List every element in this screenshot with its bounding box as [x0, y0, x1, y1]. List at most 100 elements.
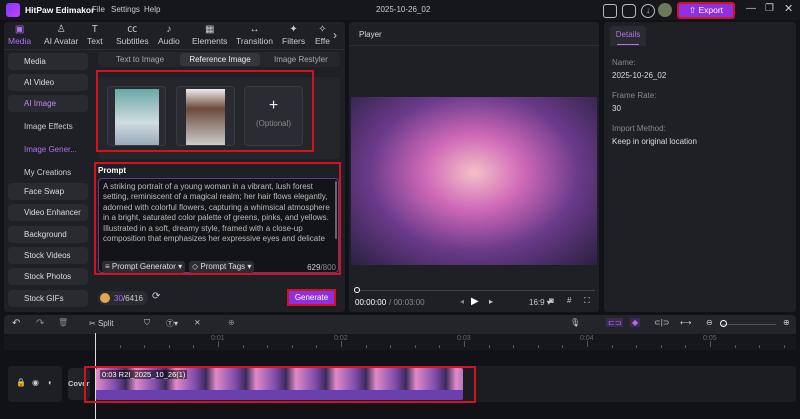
tab-filters[interactable]: ✦ Filters: [282, 24, 305, 48]
layout-icon[interactable]: [603, 4, 617, 18]
download-icon[interactable]: ↓: [641, 4, 655, 18]
tick: [193, 345, 195, 348]
prompt-tags-dropdown[interactable]: ◇ Prompt Tags ▾: [189, 261, 255, 273]
sidebar-item-stock-gifs[interactable]: Stock GIFs: [8, 289, 88, 307]
credits-used: 30: [114, 294, 123, 303]
ai-image-tabs: Text to Image Reference Image Image Rest…: [98, 52, 340, 67]
sidebar-sub-1[interactable]: Image Gener...: [24, 145, 77, 154]
tab-text[interactable]: T Text: [87, 24, 103, 48]
tick: [783, 345, 785, 348]
timeline-toolbar: ↶ ↷ 🗑 ✂ Split ⛉ Ⓣ▾ ⨯ ⊕ 🎙 ⊏⊐ ◆ ⊂|⊃ ⟷ ⊖ ⊕: [4, 315, 796, 334]
sidebar-item-ai-video[interactable]: AI Video: [8, 74, 88, 91]
prompt-textarea[interactable]: A striking portrait of a young woman in …: [98, 178, 339, 273]
fit-icon[interactable]: ⟷: [680, 318, 691, 327]
sidebar-item-background[interactable]: Background: [8, 225, 88, 243]
menu-help[interactable]: Help: [144, 5, 160, 14]
tab-audio[interactable]: ♪ Audio: [158, 24, 180, 48]
snapshot-icon[interactable]: ◙: [549, 296, 554, 305]
tab-subtitles[interactable]: ㏄ Subtitles: [116, 24, 149, 48]
tab-elements[interactable]: ▦ Elements: [192, 24, 227, 48]
sidebar-item-stock-videos[interactable]: Stock Videos: [8, 246, 88, 264]
avatar[interactable]: [658, 3, 672, 17]
visibility-icon[interactable]: ◉: [32, 378, 39, 387]
reference-image-2[interactable]: [176, 86, 235, 146]
add-reference-button[interactable]: + (Optional): [244, 86, 303, 146]
link-icon[interactable]: ⊏⊐: [606, 318, 624, 327]
reference-photo: [186, 89, 225, 145]
feedback-icon[interactable]: [622, 4, 636, 18]
prev-frame-icon[interactable]: ◂: [460, 297, 464, 306]
marker-icon[interactable]: ⛉: [144, 318, 150, 328]
sidebar-item-video-enhancer[interactable]: Video Enhancer: [8, 204, 88, 222]
sidebar-item-stock-photos[interactable]: Stock Photos: [8, 268, 88, 286]
scrubber-handle[interactable]: [354, 287, 360, 293]
add-icon[interactable]: ⊕: [228, 318, 235, 327]
elements-icon: ▦: [204, 24, 215, 35]
sidebar-item-ai-image[interactable]: AI Image: [8, 95, 88, 112]
scrollbar[interactable]: [335, 181, 337, 239]
undo-icon[interactable]: ↶: [12, 318, 20, 329]
tab-transition[interactable]: ↔ Transition: [236, 24, 273, 48]
restore-icon[interactable]: ❐: [765, 3, 774, 14]
highlight-box: [84, 366, 476, 403]
tab-ai-avatar[interactable]: ♙ AI Avatar: [44, 24, 78, 48]
tab-media[interactable]: ▣ Media: [8, 24, 31, 48]
text-icon: T: [91, 24, 98, 35]
redo-icon[interactable]: ↷: [36, 318, 44, 329]
zoom-slider-handle[interactable]: [720, 320, 727, 327]
generate-button[interactable]: Generate: [287, 289, 336, 306]
zoom-in-icon[interactable]: ⊕: [783, 318, 790, 327]
reference-photo: [115, 89, 159, 145]
sidebar-item-face-swap[interactable]: Face Swap: [8, 183, 88, 200]
scrubber-track[interactable]: [357, 290, 595, 291]
chevron-right-icon[interactable]: ›: [333, 28, 337, 42]
tick: [759, 345, 761, 348]
audio-icon[interactable]: ◐: [48, 378, 53, 387]
details-panel: Details Name: 2025-10-26_02 Frame Rate: 30 I…: [604, 22, 796, 312]
tick: [267, 345, 269, 348]
tab-label: Effe: [315, 36, 330, 46]
avatar-icon: ♙: [56, 24, 66, 35]
delete-icon[interactable]: 🗑: [58, 318, 68, 327]
app-logo: [6, 3, 20, 17]
refresh-icon[interactable]: ⟳: [152, 291, 160, 302]
tick: [390, 345, 392, 348]
tab-details[interactable]: Details: [610, 26, 646, 46]
effects-icon: ✧: [318, 24, 327, 35]
snap-icon[interactable]: ◆: [630, 318, 641, 327]
menu-file[interactable]: File: [92, 5, 105, 14]
zoom-out-icon[interactable]: ⊖: [706, 318, 713, 327]
next-frame-icon[interactable]: ▸: [489, 297, 493, 306]
export-button[interactable]: ⇧ Export: [677, 2, 735, 19]
tab-label: Filters: [282, 36, 306, 46]
minimize-icon[interactable]: —: [746, 3, 756, 14]
aspect-dropdown[interactable]: 16:9 ▾: [529, 298, 551, 307]
fullscreen-icon[interactable]: ⛶: [584, 296, 590, 306]
remove-gap-icon[interactable]: ⨯: [194, 318, 201, 327]
sidebar-sub-2[interactable]: My Creations: [24, 168, 71, 177]
sidebar-sub-0[interactable]: Image Effects: [24, 122, 73, 131]
sparkle-icon: ✦: [289, 24, 298, 35]
lock-icon[interactable]: 🔒: [16, 378, 26, 387]
sidebar-item-media[interactable]: Media: [8, 53, 88, 70]
play-icon[interactable]: ▶: [471, 296, 479, 307]
prompt-generator-dropdown[interactable]: ≡ Prompt Generator ▾: [102, 261, 186, 273]
split-button[interactable]: ✂ Split: [89, 319, 114, 328]
text-tool-icon[interactable]: Ⓣ▾: [166, 318, 178, 329]
tick-label: 0:03: [457, 335, 471, 342]
split-track-icon[interactable]: ⊂|⊃: [654, 318, 669, 327]
tab-label: Transition: [236, 36, 274, 46]
image-icon: ▣: [14, 24, 25, 35]
grid-icon[interactable]: #: [567, 296, 571, 305]
zoom-slider[interactable]: [722, 324, 776, 325]
microphone-icon[interactable]: 🎙: [570, 318, 580, 327]
tab-reference-image[interactable]: Reference Image: [180, 53, 260, 66]
reference-image-1[interactable]: [107, 86, 166, 146]
tab-effe[interactable]: ✧ Effe: [315, 24, 330, 48]
prompt-text[interactable]: A striking portrait of a young woman in …: [99, 179, 338, 245]
close-icon[interactable]: ✕: [784, 2, 793, 15]
tab-text-to-image[interactable]: Text to Image: [116, 55, 164, 64]
menu-settings[interactable]: Settings: [111, 5, 140, 14]
tab-image-restyler[interactable]: Image Restyler: [274, 55, 328, 64]
tick-label: 0:05: [703, 335, 717, 342]
